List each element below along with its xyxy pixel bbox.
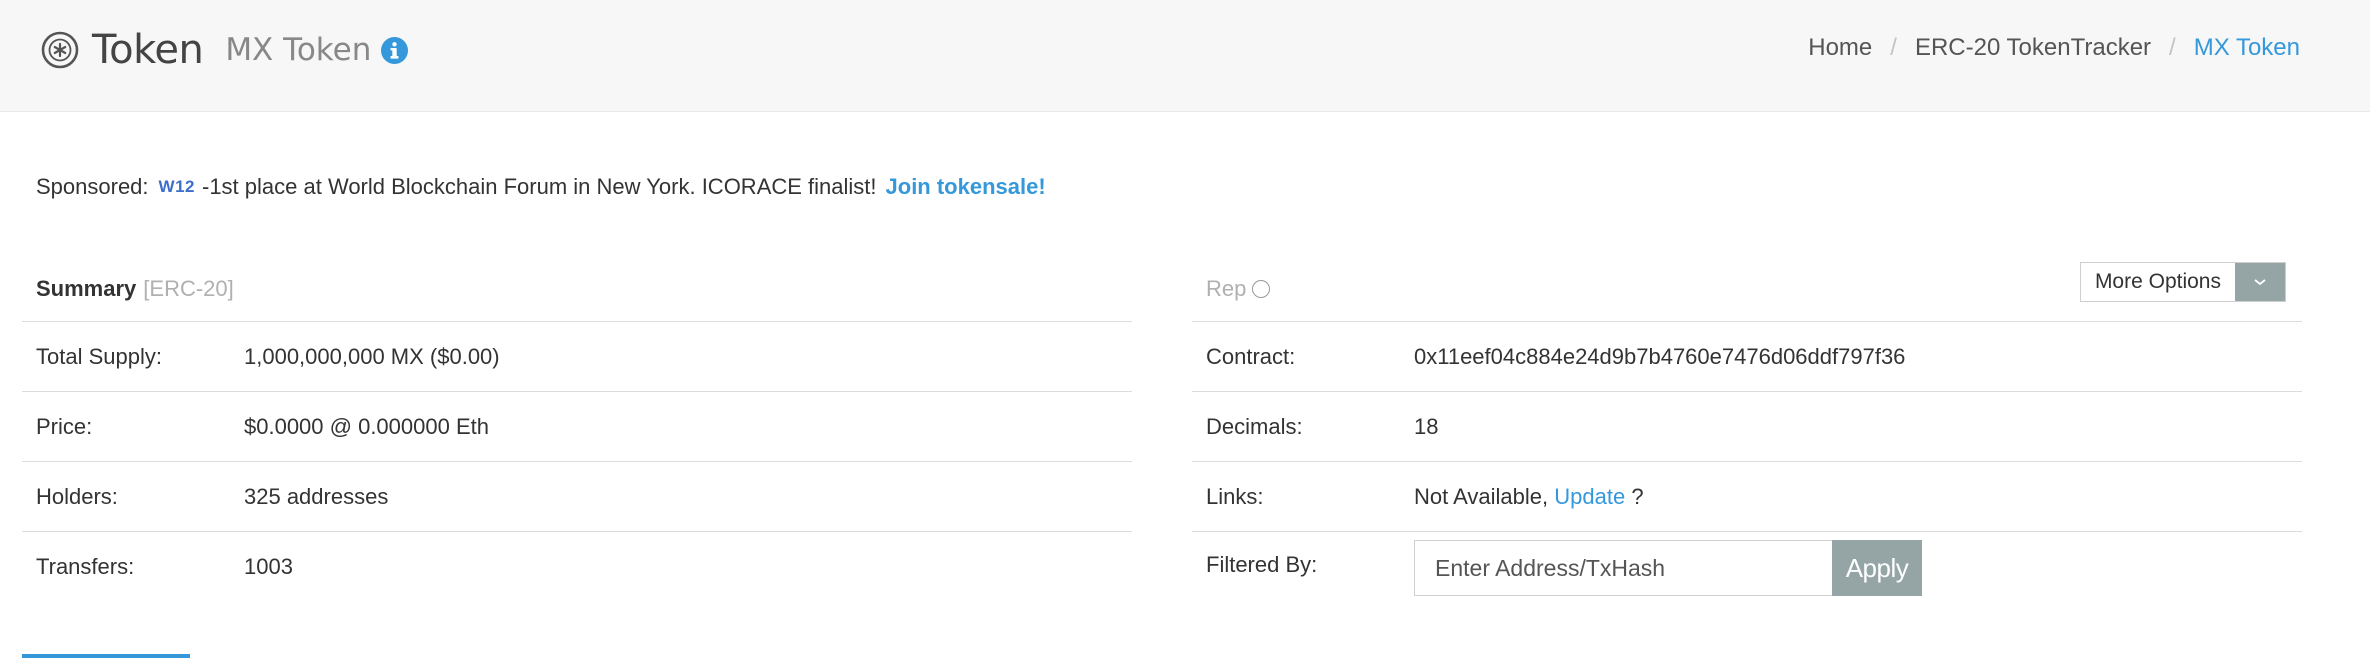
price-label: Price: [36, 413, 93, 439]
transfers-value: 1003 [244, 554, 293, 579]
more-options-dropdown[interactable]: More Options [2079, 262, 2286, 302]
summary-header: Summary [ERC-20] [22, 256, 1132, 322]
links-label: Links: [1206, 483, 1264, 509]
decimals-label: Decimals: [1206, 413, 1303, 439]
reputation[interactable]: Rep [1206, 275, 1271, 302]
breadcrumb-separator: / [2169, 34, 2176, 61]
links-help[interactable]: ? [1631, 484, 1643, 509]
token-icon [41, 31, 79, 69]
filtered-by-row: Filtered By: Apply [1192, 532, 2302, 612]
info-icon[interactable] [381, 36, 409, 64]
active-tab-indicator [22, 654, 190, 658]
price-row: Price: $0.0000 @ 0.000000 Eth [22, 392, 1132, 462]
price-value: $0.0000 @ 0.000000 Eth [244, 413, 489, 439]
total-supply-row: Total Supply: 1,000,000,000 MX ($0.00) [22, 322, 1132, 392]
breadcrumb-tokentracker-link[interactable]: ERC-20 TokenTracker [1915, 34, 2151, 62]
update-links-link[interactable]: Update [1554, 484, 1625, 509]
transfers-label: Transfers: [36, 554, 135, 579]
details-header: Rep More Options [1192, 256, 2302, 322]
chevron-down-glyph [2254, 279, 2266, 286]
links-not-available: Not Available, [1414, 483, 1549, 509]
links-row: Links: Not Available, Update ? [1192, 462, 2302, 532]
more-options-label: More Options [2094, 270, 2221, 293]
sponsored-text: -1st place at World Blockchain Forum in … [202, 174, 877, 199]
decimals-row: Decimals: 18 [1192, 392, 2302, 462]
join-tokensale-link[interactable]: Join tokensale! [886, 174, 1046, 200]
w12-logo[interactable]: W12 [159, 177, 195, 197]
filter-form: Apply [1414, 540, 1922, 596]
total-supply-value: 1,000,000,000 MX ($0.00) [244, 343, 500, 369]
total-supply-label: Total Supply: [36, 343, 162, 369]
contract-label: Contract: [1206, 343, 1296, 369]
erc20-tag: [ERC-20] [143, 275, 234, 301]
holders-row: Holders: 325 addresses [22, 462, 1132, 532]
sponsored-banner: Sponsored: W12 -1st place at World Block… [36, 174, 1046, 200]
contract-row: Contract: 0x11eef04c884e24d9b7b4760e7476… [1192, 322, 2302, 392]
rep-label: Rep [1206, 275, 1247, 301]
holders-label: Holders: [36, 483, 118, 509]
breadcrumb-home-link[interactable]: Home [1808, 34, 1872, 62]
page-title: Token [92, 27, 204, 73]
chevron-down-icon[interactable] [2235, 263, 2285, 301]
breadcrumb-separator: / [1890, 34, 1897, 61]
transfers-row: Transfers: 1003 [22, 532, 1132, 602]
holders-value: 325 addresses [244, 483, 389, 509]
contract-address-link[interactable]: 0x11eef04c884e24d9b7b4760e7476d06ddf797f… [1414, 344, 1905, 370]
links-value: Not Available, Update ? [1414, 484, 1644, 510]
brand: Token MX Token [40, 24, 409, 76]
rep-circle-icon [1252, 279, 1271, 298]
details-panel: Rep More Options Contract: 0x11eef04c884… [1192, 256, 2302, 612]
decimals-value: 18 [1414, 413, 1439, 439]
breadcrumb: Home / ERC-20 TokenTracker / MX Token [1808, 34, 2300, 62]
apply-button[interactable]: Apply [1832, 540, 1922, 596]
breadcrumb-current: MX Token [2193, 34, 2300, 61]
sponsored-label: Sponsored: [36, 174, 149, 199]
filtered-by-label: Filtered By: [1206, 552, 1318, 577]
summary-title: Summary [36, 275, 137, 301]
address-txhash-input[interactable] [1414, 540, 1832, 596]
summary-panel: Summary [ERC-20] Total Supply: 1,000,000… [22, 256, 1132, 602]
top-header: Token MX Token Home / ERC-20 TokenTracke… [0, 0, 2370, 112]
token-name: MX Token [225, 32, 372, 68]
